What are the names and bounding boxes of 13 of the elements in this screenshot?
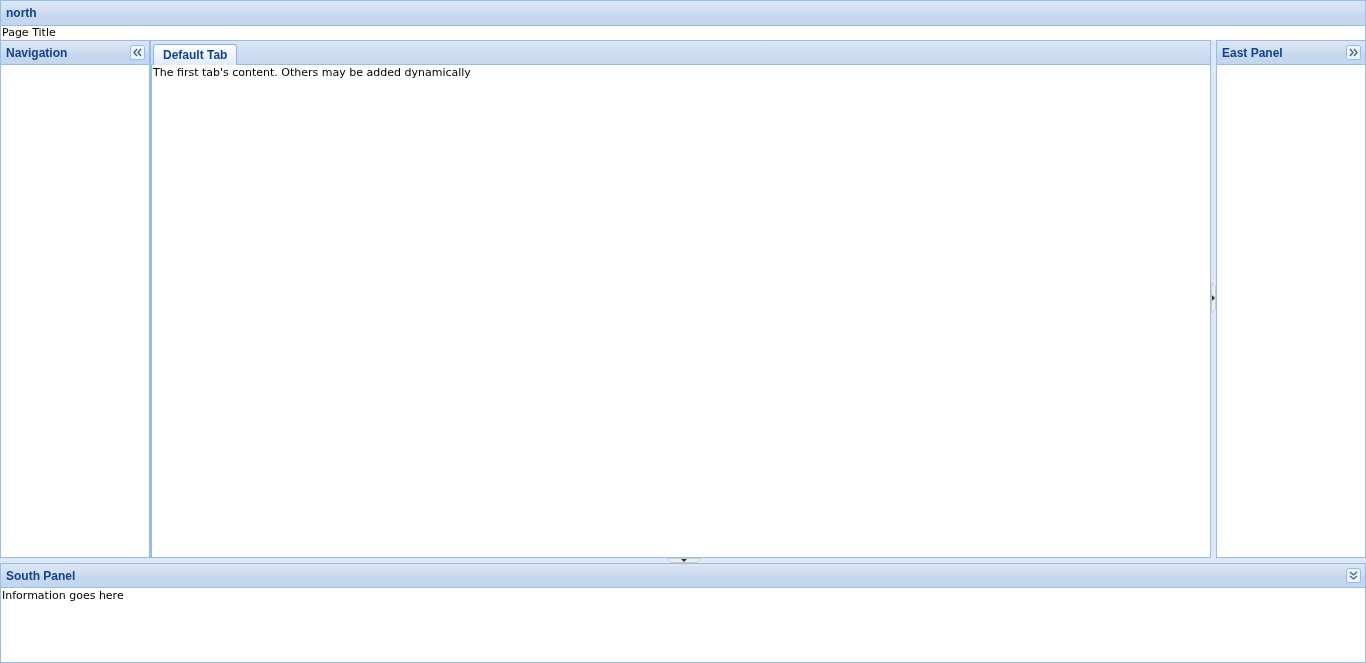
collapse-right-icon[interactable] xyxy=(1346,45,1361,60)
collapse-down-icon[interactable] xyxy=(1346,568,1361,583)
panel-title: north xyxy=(6,6,37,20)
collapse-handle-icon[interactable] xyxy=(667,558,701,563)
expand-handle-icon[interactable] xyxy=(1211,283,1216,313)
tab-content-text: The first tab's content. Others may be added dynamically xyxy=(152,65,472,80)
page-title: Page Title xyxy=(1,26,57,39)
panel-title: East Panel xyxy=(1222,45,1283,60)
collapse-left-icon[interactable] xyxy=(130,45,145,60)
panel-title: South Panel xyxy=(6,568,76,583)
south-panel-text: Information goes here xyxy=(1,588,125,603)
panel-title: Navigation xyxy=(6,45,68,60)
tab[interactable]: Default Tab xyxy=(153,44,238,65)
